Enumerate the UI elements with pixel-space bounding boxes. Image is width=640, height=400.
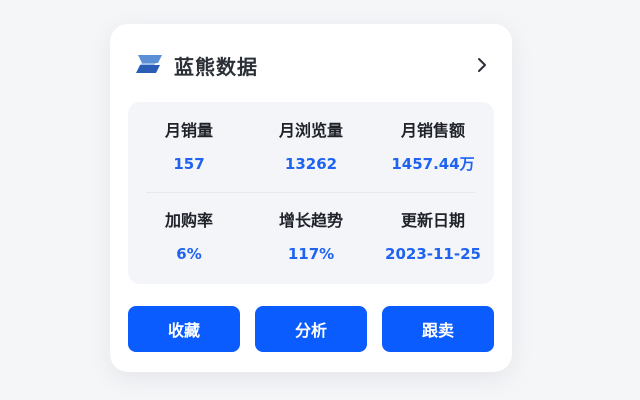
stat-monthly-sales: 月销量 157: [128, 102, 250, 192]
stat-label: 月浏览量: [278, 121, 343, 140]
chevron-right-icon[interactable]: [470, 53, 494, 77]
brand-name: 蓝熊数据: [174, 54, 258, 79]
collect-button[interactable]: 收藏: [128, 306, 240, 352]
stat-monthly-revenue: 月销售额 1457.44万: [372, 102, 494, 192]
stat-label: 月销售额: [400, 121, 465, 140]
stat-value: 117%: [287, 245, 335, 263]
card-header: 蓝熊数据: [132, 50, 494, 80]
stat-label: 增长趋势: [278, 211, 343, 230]
follow-sell-button[interactable]: 跟卖: [382, 306, 494, 352]
page: 蓝熊数据 月销量 157 月浏览量 13262 月销售额 1457.44万 加购…: [0, 0, 640, 400]
product-data-card: 蓝熊数据 月销量 157 月浏览量 13262 月销售额 1457.44万 加购…: [110, 24, 512, 372]
analyze-button[interactable]: 分析: [255, 306, 367, 352]
stat-label: 月销量: [164, 121, 213, 140]
stats-row: 加购率 6% 增长趋势 117% 更新日期 2023-11-25: [128, 192, 494, 282]
action-bar: 收藏 分析 跟卖: [128, 306, 494, 352]
stat-add-to-cart-rate: 加购率 6%: [128, 192, 250, 282]
stat-value: 2023-11-25: [385, 245, 481, 263]
stat-update-date: 更新日期 2023-11-25: [372, 192, 494, 282]
stat-value: 6%: [176, 245, 202, 263]
stat-value: 157: [173, 155, 205, 173]
stats-row: 月销量 157 月浏览量 13262 月销售额 1457.44万: [128, 102, 494, 192]
stat-value: 13262: [284, 155, 338, 173]
stat-value: 1457.44万: [391, 155, 475, 173]
stat-monthly-views: 月浏览量 13262: [250, 102, 372, 192]
brand-logo-icon: [132, 51, 166, 79]
stat-growth-trend: 增长趋势 117%: [250, 192, 372, 282]
stat-label: 更新日期: [400, 211, 465, 230]
stats-panel: 月销量 157 月浏览量 13262 月销售额 1457.44万 加购率 6%: [128, 102, 494, 284]
stat-label: 加购率: [164, 211, 213, 230]
